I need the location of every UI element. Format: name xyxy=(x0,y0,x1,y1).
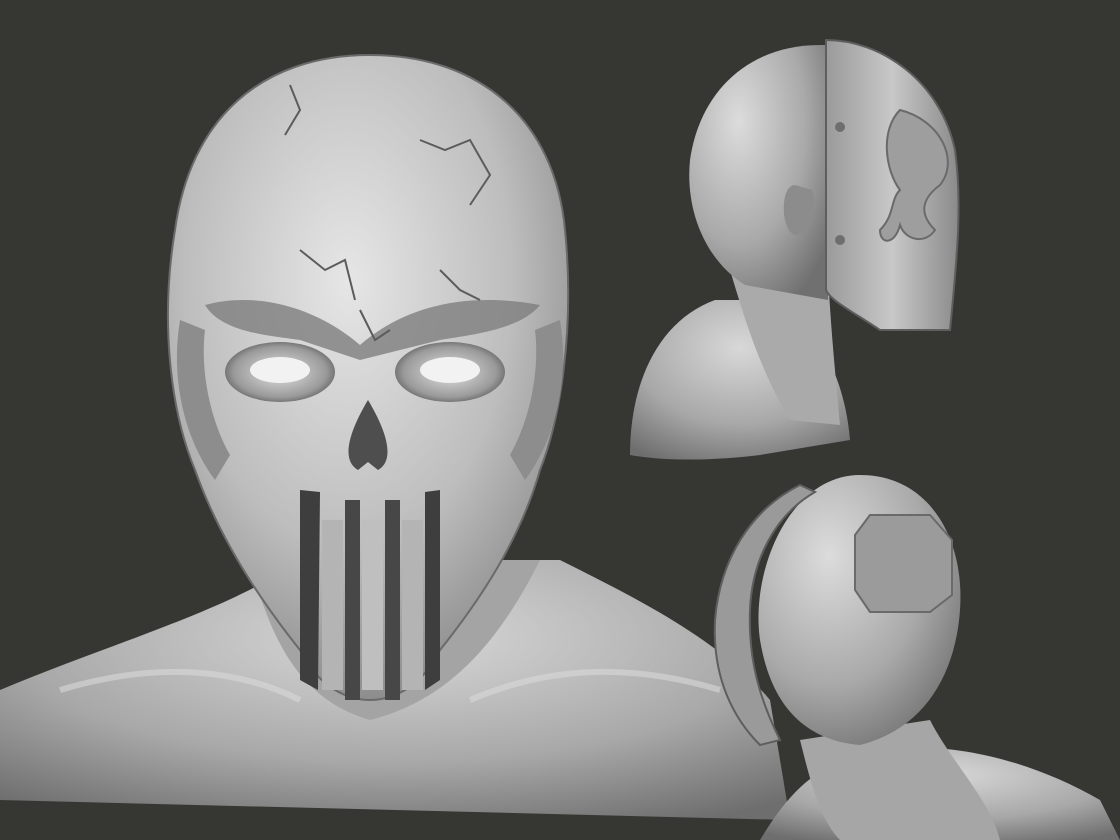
render-canvas xyxy=(0,0,1120,840)
side-view xyxy=(630,38,960,460)
back-patch xyxy=(854,514,953,613)
sculpt-render xyxy=(0,38,1120,840)
side-head xyxy=(689,45,830,300)
